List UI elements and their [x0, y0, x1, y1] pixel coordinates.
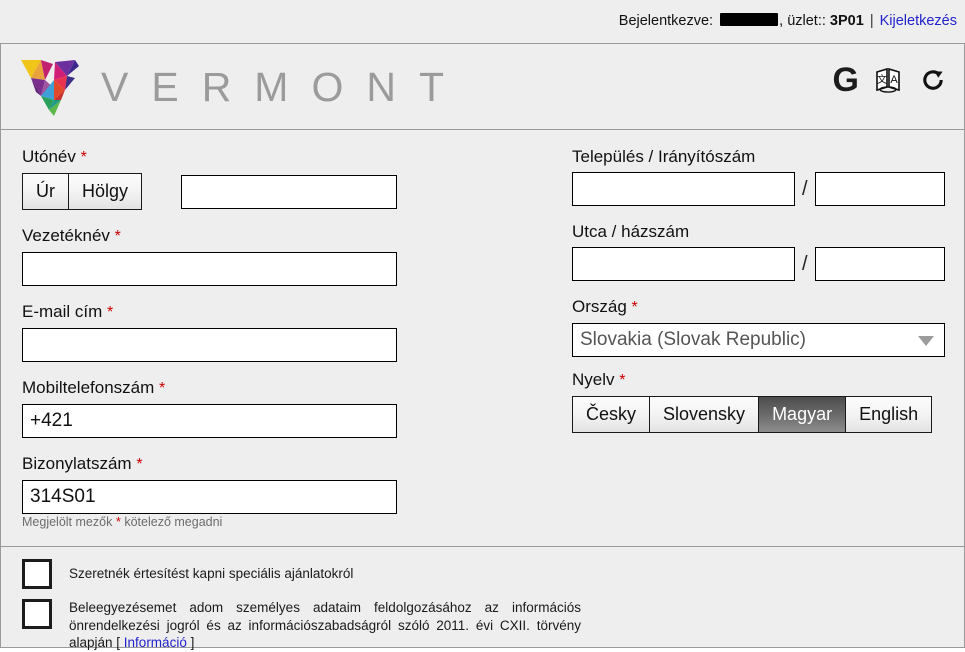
store-value: 3P01 — [829, 13, 864, 29]
marketing-consent-row: Szeretnék értesítést kapni speciális ajá… — [22, 559, 353, 589]
zip-input[interactable] — [814, 172, 945, 206]
form-column-left: Utónév * Úr Hölgy Vezetéknév * E-mail cí… — [22, 146, 397, 514]
street-house-label: Utca / házszám — [572, 222, 690, 241]
language-group: Česky Slovensky Magyar English — [572, 396, 945, 433]
firstname-label: Utónév * — [22, 147, 87, 166]
required-marker: * — [80, 149, 87, 166]
city-input[interactable] — [572, 172, 795, 206]
required-marker: * — [159, 380, 166, 397]
required-marker: * — [115, 514, 121, 529]
consent-section: Szeretnék értesítést kapni speciális ajá… — [0, 547, 965, 650]
brand-wordmark: VERMONT — [101, 64, 467, 110]
translate-icon[interactable]: 文 A — [874, 66, 902, 94]
g-icon[interactable]: G — [833, 62, 859, 98]
topbar-separator: | — [869, 13, 874, 29]
country-select-value[interactable]: Slovakia (Slovak Republic) — [572, 323, 945, 357]
language-option-slovensky[interactable]: Slovensky — [649, 396, 760, 433]
lastname-label: Vezetéknév * — [22, 226, 121, 245]
username-comma: , — [779, 13, 784, 29]
house-number-input[interactable] — [814, 247, 945, 281]
required-marker: * — [619, 372, 626, 389]
marketing-consent-label: Szeretnék értesítést kapni speciális ajá… — [69, 566, 354, 581]
email-label: E-mail cím * — [22, 302, 114, 321]
language-option-english[interactable]: English — [845, 396, 933, 433]
street-house-slash: / — [802, 253, 808, 275]
mobile-input[interactable] — [22, 404, 397, 438]
customer-form: Utónév * Úr Hölgy Vezetéknév * E-mail cí… — [0, 130, 965, 547]
city-zip-label: Település / Irányítószám — [572, 147, 756, 166]
salutation-option-mr[interactable]: Úr — [22, 173, 69, 210]
registration-page: Bejelentkezve: , üzlet:: 3P01 | Kijeletk… — [0, 0, 965, 650]
city-zip-slash: / — [802, 178, 808, 200]
firstname-row: Úr Hölgy — [22, 173, 397, 210]
email-input[interactable] — [22, 328, 397, 362]
receipt-number-label: Bizonylatszám * — [22, 454, 143, 473]
form-column-right: Település / Irányítószám / Utca / házszá… — [572, 146, 945, 433]
logged-in-label: Bejelentkezve: — [618, 13, 714, 29]
language-label: Nyelv * — [572, 370, 626, 389]
language-option-magyar[interactable]: Magyar — [758, 396, 847, 433]
svg-text:文: 文 — [877, 73, 887, 86]
mobile-label: Mobiltelefonszám * — [22, 378, 166, 397]
salutation-option-mrs[interactable]: Hölgy — [68, 173, 143, 210]
store-label: üzlet:: — [787, 13, 826, 29]
marketing-consent-checkbox[interactable] — [22, 559, 52, 589]
brand-header: VERMONT G 文 A — [0, 44, 965, 130]
required-marker: * — [107, 304, 114, 321]
salutation-group: Úr Hölgy — [22, 173, 150, 210]
country-label: Ország * — [572, 297, 638, 316]
city-zip-row: / — [572, 172, 945, 206]
required-marker: * — [114, 228, 121, 245]
gdpr-consent-label: Beleegyezésemet adom személyes adataim f… — [69, 599, 581, 652]
language-option-cesky[interactable]: Česky — [572, 396, 651, 433]
country-select[interactable]: Slovakia (Slovak Republic) — [572, 323, 945, 357]
session-info: Bejelentkezve: , üzlet:: 3P01 | Kijeletk… — [619, 13, 957, 30]
gdpr-consent-checkbox[interactable] — [22, 599, 52, 629]
lastname-input[interactable] — [22, 252, 397, 286]
header-icon-group: G 文 A — [833, 62, 948, 98]
required-marker: * — [136, 456, 143, 473]
firstname-input[interactable] — [181, 175, 397, 209]
receipt-number-input[interactable] — [22, 480, 397, 514]
vermont-logo-icon — [19, 56, 89, 118]
logout-link[interactable]: Kijeletkezés — [880, 13, 957, 29]
session-topbar: Bejelentkezve: , üzlet:: 3P01 | Kijeletk… — [0, 0, 965, 44]
gdpr-consent-row: Beleegyezésemet adom személyes adataim f… — [22, 599, 581, 652]
street-house-row: / — [572, 247, 945, 281]
svg-text:A: A — [890, 74, 898, 86]
redacted-username — [720, 13, 779, 26]
refresh-icon[interactable] — [918, 65, 948, 95]
street-input[interactable] — [572, 247, 795, 281]
required-marker: * — [631, 299, 638, 316]
required-fields-note: Megjelölt mezők * kötelező megadni — [22, 514, 223, 529]
